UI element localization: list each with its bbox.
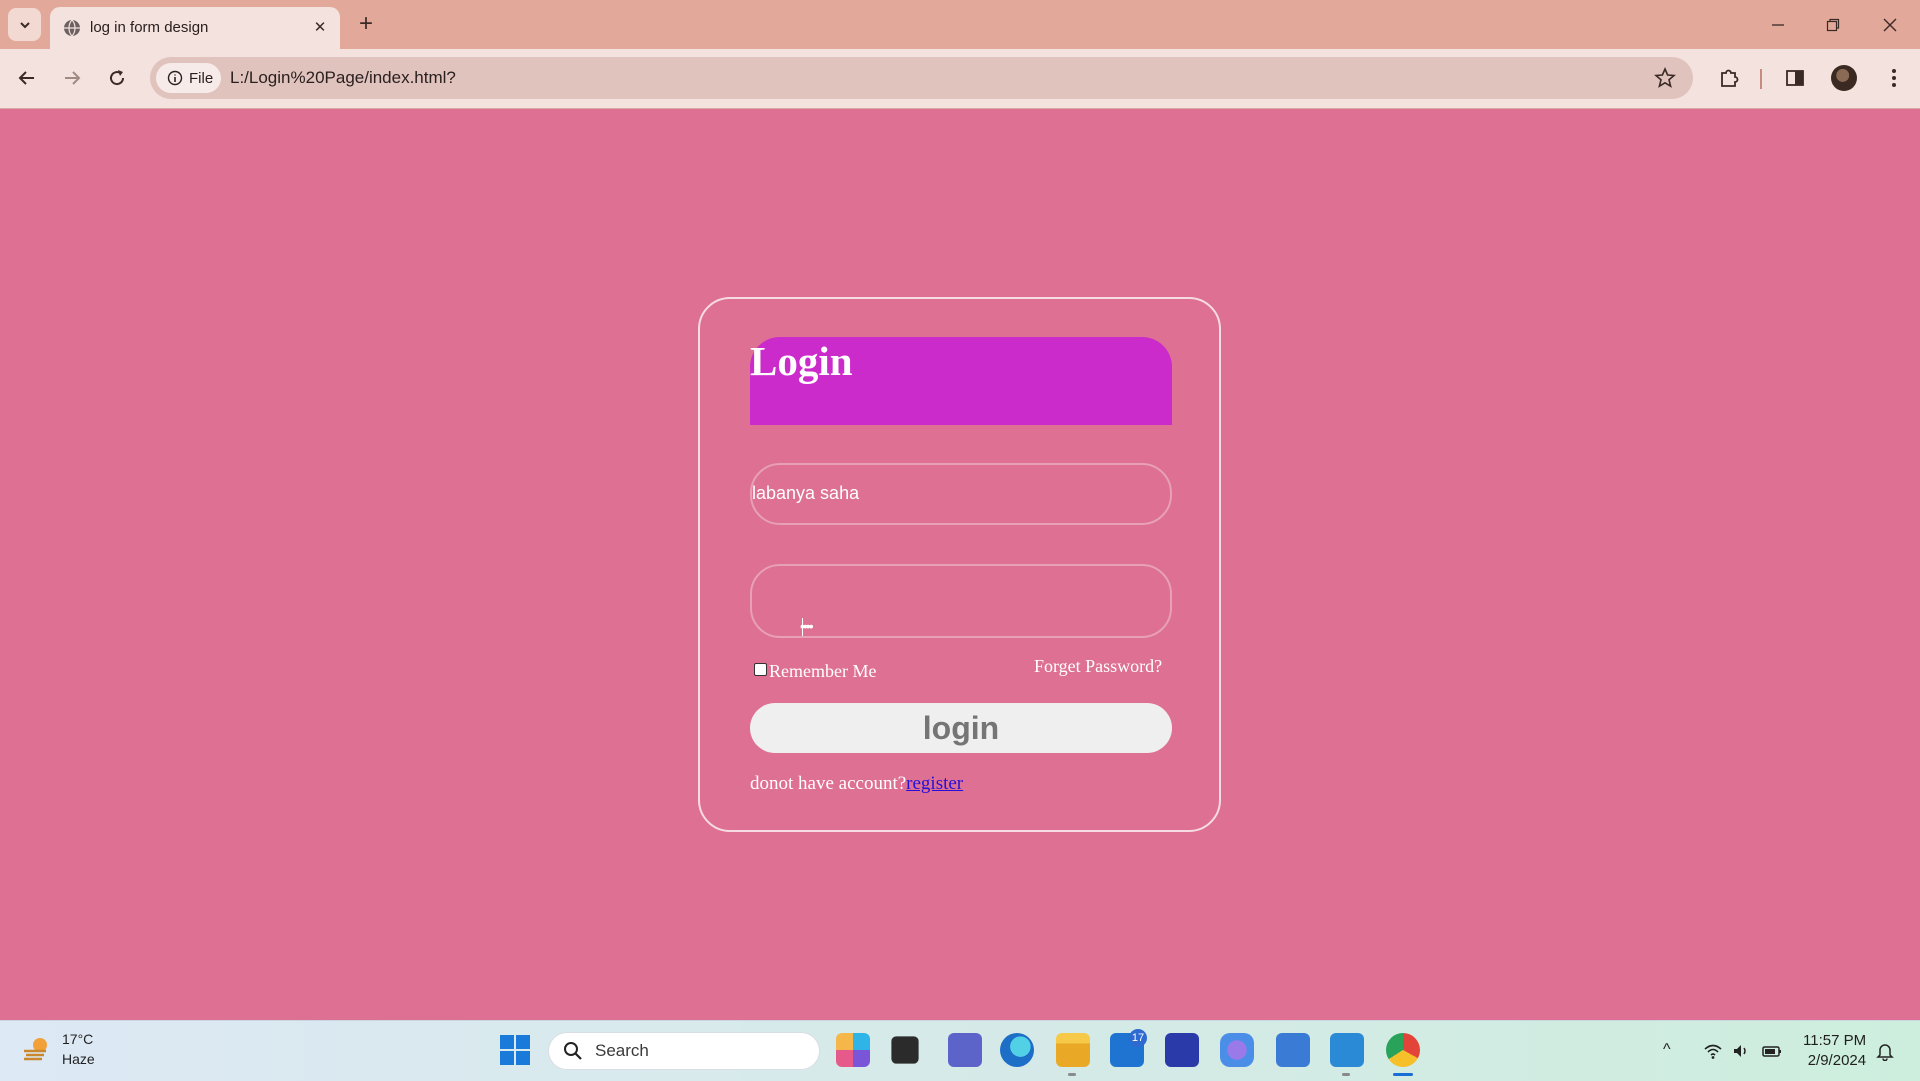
teams-icon[interactable] — [948, 1033, 982, 1067]
edge-icon[interactable] — [1000, 1033, 1034, 1067]
copilot-app-icon[interactable] — [1220, 1033, 1254, 1067]
remember-me-checkbox[interactable] — [754, 663, 767, 676]
browser-toolbar: File L:/Login%20Page/index.html? — [0, 49, 1920, 109]
login-button[interactable]: login — [750, 703, 1172, 753]
site-chip-label: File — [189, 69, 214, 87]
username-input[interactable]: labanya saha — [750, 463, 1172, 525]
plus-icon: + — [358, 10, 373, 37]
running-indicator — [1342, 1073, 1350, 1076]
start-button[interactable] — [500, 1035, 530, 1065]
address-bar[interactable]: File L:/Login%20Page/index.html? — [150, 57, 1693, 99]
chevron-down-icon — [19, 21, 30, 28]
info-icon — [167, 70, 183, 86]
search-icon — [564, 1042, 582, 1060]
active-indicator — [1393, 1073, 1413, 1076]
side-panel-icon — [1786, 70, 1804, 86]
reload-icon — [110, 70, 125, 86]
running-indicator — [1068, 1073, 1076, 1076]
tab-strip: log in form design ✕ + — [0, 0, 1920, 49]
terminal-icon[interactable] — [891, 1036, 919, 1064]
mail-badge: 17 — [1129, 1029, 1147, 1047]
avatar — [1831, 65, 1857, 91]
restore-icon — [1826, 18, 1840, 32]
windows-logo-tile — [500, 1051, 514, 1065]
profile-button[interactable] — [1829, 63, 1859, 93]
forward-button[interactable] — [57, 63, 87, 93]
active-tab[interactable]: log in form design ✕ — [50, 7, 340, 49]
search-label: Search — [595, 1041, 649, 1060]
taskbar-search[interactable]: Search — [548, 1032, 820, 1070]
remember-me-label: Remember Me — [769, 661, 877, 681]
windows-logo-tile — [516, 1051, 530, 1065]
arrow-left-icon — [18, 71, 34, 85]
new-tab-button[interactable]: + — [353, 10, 379, 37]
arrow-right-icon — [65, 71, 81, 85]
file-explorer-icon[interactable] — [1056, 1033, 1090, 1067]
bell-icon[interactable] — [1875, 1041, 1895, 1061]
close-icon — [1883, 18, 1897, 32]
star-icon[interactable] — [1653, 66, 1677, 90]
register-prompt: donot have account? — [750, 773, 907, 794]
tab-title: log in form design — [90, 19, 209, 36]
login-card: Login labanya saha •••• Remember Me Forg… — [698, 297, 1221, 832]
chevron-up-icon[interactable]: ^ — [1663, 1041, 1671, 1059]
close-window-button[interactable] — [1877, 12, 1903, 38]
weather-widget[interactable]: 17°C Haze — [20, 1029, 95, 1069]
url-text[interactable]: L:/Login%20Page/index.html? — [230, 68, 456, 88]
puzzle-icon — [1721, 69, 1739, 87]
forget-password-link[interactable]: Forget Password? — [1034, 656, 1162, 677]
login-header: Login — [750, 337, 1172, 425]
register-link[interactable]: register — [906, 773, 963, 794]
weather-temp: 17°C — [62, 1031, 94, 1047]
copilot-icon[interactable] — [836, 1033, 870, 1067]
remember-me: Remember Me — [754, 659, 877, 681]
text-caret — [802, 618, 803, 636]
battery-icon[interactable] — [1762, 1041, 1782, 1061]
restore-button[interactable] — [1820, 12, 1846, 38]
globe-icon — [64, 19, 80, 37]
minimize-icon — [1772, 24, 1784, 26]
close-tab-button[interactable]: ✕ — [310, 17, 330, 37]
register-line: donot have account?register — [750, 773, 963, 795]
clock[interactable]: 11:57 PM 2/9/2024 — [1803, 1031, 1866, 1071]
side-panel-button[interactable] — [1780, 63, 1810, 93]
weather-desc: Haze — [62, 1051, 95, 1067]
site-info-chip[interactable]: File — [156, 63, 221, 93]
wifi-icon[interactable] — [1703, 1041, 1723, 1061]
login-title: Login — [750, 338, 853, 384]
reload-button[interactable] — [102, 63, 132, 93]
menu-button[interactable] — [1879, 63, 1909, 93]
windows-logo-tile — [500, 1035, 514, 1049]
volume-icon[interactable] — [1731, 1041, 1751, 1061]
back-button[interactable] — [12, 63, 42, 93]
close-icon: ✕ — [313, 19, 327, 36]
windows-logo-tile — [516, 1035, 530, 1049]
password-input[interactable]: •••• — [750, 564, 1172, 638]
notepad-icon[interactable] — [1276, 1033, 1310, 1067]
extensions-button[interactable] — [1714, 63, 1744, 93]
more-vertical-icon — [1892, 69, 1896, 87]
chrome-icon[interactable] — [1386, 1033, 1420, 1067]
pen-app-icon[interactable] — [1165, 1033, 1199, 1067]
username-value: labanya saha — [752, 483, 860, 503]
tab-search-button[interactable] — [8, 8, 41, 41]
toolbar-divider — [1760, 69, 1762, 89]
minimize-button[interactable] — [1765, 12, 1791, 38]
haze-icon — [24, 1038, 47, 1061]
taskbar: 17°C Haze Search 17 ^ 11:57 PM 2/9/2024 — [0, 1020, 1920, 1081]
clock-time: 11:57 PM — [1803, 1032, 1867, 1049]
vscode-icon[interactable] — [1330, 1033, 1364, 1067]
clock-date: 2/9/2024 — [1807, 1052, 1867, 1069]
